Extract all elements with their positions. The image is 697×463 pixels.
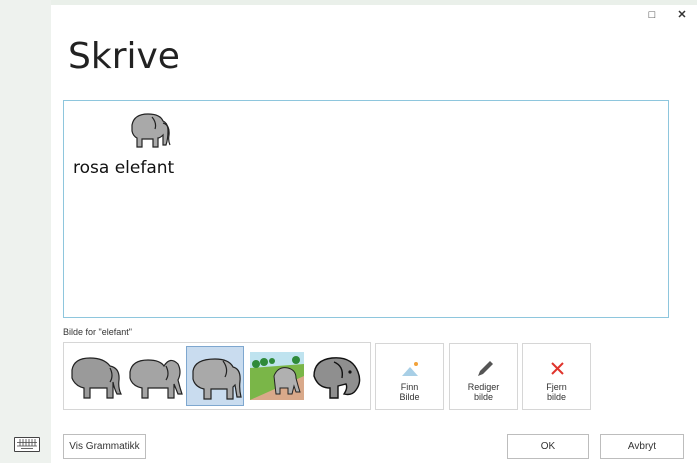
remove-label-1: Fjern: [546, 382, 567, 392]
find-label-2: Bilde: [399, 392, 420, 402]
symbol-word[interactable]: rosa elefant: [73, 111, 174, 178]
remove-picture-button[interactable]: Fjern bilde: [522, 343, 591, 410]
symbol-option-1[interactable]: [66, 346, 124, 406]
ok-button[interactable]: OK: [507, 434, 589, 459]
maximize-button[interactable]: □: [645, 8, 659, 22]
pencil-icon: [478, 361, 493, 376]
keyboard-icon[interactable]: [14, 437, 40, 452]
elephant-icon: [129, 359, 183, 399]
symbol-options: [63, 342, 371, 410]
text-editor[interactable]: rosa elefant: [63, 100, 669, 318]
picture-for-label: Bilde for "elefant": [63, 327, 132, 337]
elephant-icon: [71, 357, 122, 399]
elephant-icon: [192, 358, 242, 400]
find-picture-button[interactable]: Finn Bilde: [375, 343, 444, 410]
find-label-1: Finn: [400, 382, 419, 392]
left-sidebar: [0, 0, 51, 463]
remove-label-2: bilde: [546, 392, 566, 402]
symbol-option-5[interactable]: [308, 346, 366, 406]
symbol-option-4[interactable]: [248, 346, 306, 406]
close-button[interactable]: ✕: [675, 8, 689, 22]
symbol-option-3[interactable]: [186, 346, 244, 406]
dialog-title: Skrive: [68, 36, 180, 77]
edit-picture-button[interactable]: Rediger bilde: [449, 343, 518, 410]
cancel-button[interactable]: Avbryt: [600, 434, 684, 459]
editor-text: rosa elefant: [73, 158, 175, 178]
show-grammar-button[interactable]: Vis Grammatikk: [63, 434, 146, 459]
elephant-scene-icon: [250, 352, 304, 400]
edit-label-1: Rediger: [467, 382, 500, 392]
elephant-icon: [313, 357, 361, 399]
close-icon: [551, 362, 564, 375]
skrive-dialog: □ ✕ Skrive rosa elefant Bilde for "elefa…: [51, 5, 697, 463]
edit-label-2: bilde: [473, 392, 493, 402]
symbol-option-2[interactable]: [126, 346, 184, 406]
elephant-icon: [130, 113, 171, 148]
image-icon: [402, 362, 418, 376]
